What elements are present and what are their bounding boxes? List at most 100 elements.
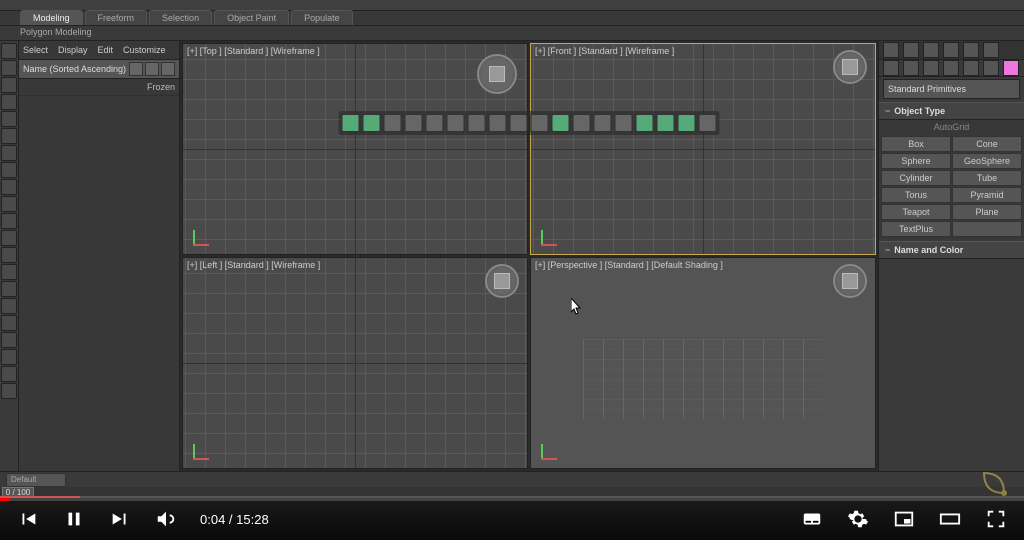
tool-icon[interactable]	[1, 60, 17, 76]
tool-icon[interactable]	[1, 264, 17, 280]
tool-icon[interactable]	[1, 128, 17, 144]
viewport-label[interactable]: [+] [Left ] [Standard ] [Wireframe ]	[187, 260, 320, 270]
float-icon[interactable]	[489, 114, 507, 132]
rollout-header[interactable]: Name and Color	[879, 241, 1024, 259]
float-icon[interactable]	[573, 114, 591, 132]
float-icon[interactable]	[657, 114, 675, 132]
float-icon[interactable]	[531, 114, 549, 132]
viewcube-icon[interactable]	[477, 54, 517, 94]
settings-button[interactable]	[846, 510, 870, 528]
ribbon-tab-freeform[interactable]: Freeform	[85, 10, 148, 25]
tool-icon[interactable]	[1, 366, 17, 382]
captions-button[interactable]	[800, 510, 824, 528]
plus-icon[interactable]	[883, 42, 899, 58]
tool-icon[interactable]	[1, 196, 17, 212]
hierarchy-icon[interactable]	[923, 42, 939, 58]
primitive-button[interactable]: GeoSphere	[952, 153, 1022, 169]
primitive-button[interactable]	[952, 221, 1022, 237]
layer-selector[interactable]: Default	[6, 473, 66, 487]
viewcube-icon[interactable]	[833, 264, 867, 298]
tool-icon[interactable]	[1, 332, 17, 348]
primitive-button[interactable]: Sphere	[881, 153, 951, 169]
tool-icon[interactable]	[1, 94, 17, 110]
primitive-button[interactable]: TextPlus	[881, 221, 951, 237]
primitive-button[interactable]: Box	[881, 136, 951, 152]
viewport-top[interactable]: [+] [Top ] [Standard ] [Wireframe ]	[182, 43, 528, 255]
viewport-left[interactable]: [+] [Left ] [Standard ] [Wireframe ]	[182, 257, 528, 469]
viewport-label[interactable]: [+] [Top ] [Standard ] [Wireframe ]	[187, 46, 320, 56]
float-icon[interactable]	[699, 114, 717, 132]
video-scrubber[interactable]	[0, 498, 1024, 501]
lights-icon[interactable]	[923, 60, 939, 76]
float-icon[interactable]	[468, 114, 486, 132]
float-icon[interactable]	[426, 114, 444, 132]
viewport-perspective[interactable]: [+] [Perspective ] [Standard ] [Default …	[530, 257, 876, 469]
viewcube-icon[interactable]	[485, 264, 519, 298]
viewcube-icon[interactable]	[833, 50, 867, 84]
geometry-icon[interactable]	[883, 60, 899, 76]
float-icon[interactable]	[552, 114, 570, 132]
spacewarps-icon[interactable]	[983, 60, 999, 76]
float-icon[interactable]	[678, 114, 696, 132]
primitive-button[interactable]: Torus	[881, 187, 951, 203]
primitive-button[interactable]: Teapot	[881, 204, 951, 220]
tool-icon[interactable]	[1, 230, 17, 246]
tool-icon[interactable]	[1, 145, 17, 161]
shapes-icon[interactable]	[903, 60, 919, 76]
viewport-label[interactable]: [+] [Front ] [Standard ] [Wireframe ]	[535, 46, 674, 56]
tool-icon[interactable]	[1, 298, 17, 314]
float-icon[interactable]	[342, 114, 360, 132]
primitive-button[interactable]: Cone	[952, 136, 1022, 152]
scene-tab-customize[interactable]: Customize	[123, 45, 166, 55]
autogrid-checkbox[interactable]: AutoGrid	[879, 120, 1024, 134]
ribbon-tab-modeling[interactable]: Modeling	[20, 10, 83, 25]
scene-tab-edit[interactable]: Edit	[98, 45, 114, 55]
theater-button[interactable]	[938, 510, 962, 528]
scene-tab-display[interactable]: Display	[58, 45, 88, 55]
tool-icon[interactable]	[1, 213, 17, 229]
tool-icon[interactable]	[1, 383, 17, 399]
category-dropdown[interactable]: Standard Primitives	[883, 79, 1020, 99]
motion-icon[interactable]	[943, 42, 959, 58]
pause-button[interactable]	[62, 510, 86, 528]
helpers-icon[interactable]	[963, 60, 979, 76]
tool-icon[interactable]	[1, 349, 17, 365]
tool-icon[interactable]	[1, 162, 17, 178]
primitive-button[interactable]: Pyramid	[952, 187, 1022, 203]
ribbon-tab-objectpaint[interactable]: Object Paint	[214, 10, 289, 25]
filter-icon[interactable]	[145, 62, 159, 76]
scene-tab-select[interactable]: Select	[23, 45, 48, 55]
tool-icon[interactable]	[1, 179, 17, 195]
primitive-button[interactable]: Cylinder	[881, 170, 951, 186]
utilities-icon[interactable]	[983, 42, 999, 58]
rollout-header[interactable]: Object Type	[879, 102, 1024, 120]
tool-icon[interactable]	[1, 43, 17, 59]
float-icon[interactable]	[447, 114, 465, 132]
tool-icon[interactable]	[1, 281, 17, 297]
previous-button[interactable]	[16, 510, 40, 528]
float-icon[interactable]	[510, 114, 528, 132]
tool-icon[interactable]	[1, 315, 17, 331]
float-icon[interactable]	[636, 114, 654, 132]
fullscreen-button[interactable]	[984, 510, 1008, 528]
float-icon[interactable]	[615, 114, 633, 132]
volume-button[interactable]	[154, 510, 178, 528]
modify-icon[interactable]	[903, 42, 919, 58]
display-icon[interactable]	[963, 42, 979, 58]
tool-icon[interactable]	[1, 247, 17, 263]
tool-icon[interactable]	[1, 77, 17, 93]
ribbon-tab-populate[interactable]: Populate	[291, 10, 353, 25]
next-button[interactable]	[108, 510, 132, 528]
primitive-button[interactable]: Plane	[952, 204, 1022, 220]
viewport-label[interactable]: [+] [Perspective ] [Standard ] [Default …	[535, 260, 723, 270]
miniplayer-button[interactable]	[892, 510, 916, 528]
ribbon-tab-selection[interactable]: Selection	[149, 10, 212, 25]
bulb-icon[interactable]	[384, 114, 402, 132]
lock-icon[interactable]	[161, 62, 175, 76]
primitive-button[interactable]: Tube	[952, 170, 1022, 186]
scene-explorer-header[interactable]: Name (Sorted Ascending)	[19, 60, 179, 79]
tool-icon[interactable]	[1, 111, 17, 127]
light-icon[interactable]	[405, 114, 423, 132]
float-icon[interactable]	[363, 114, 381, 132]
viewport-front[interactable]: [+] [Front ] [Standard ] [Wireframe ]	[530, 43, 876, 255]
